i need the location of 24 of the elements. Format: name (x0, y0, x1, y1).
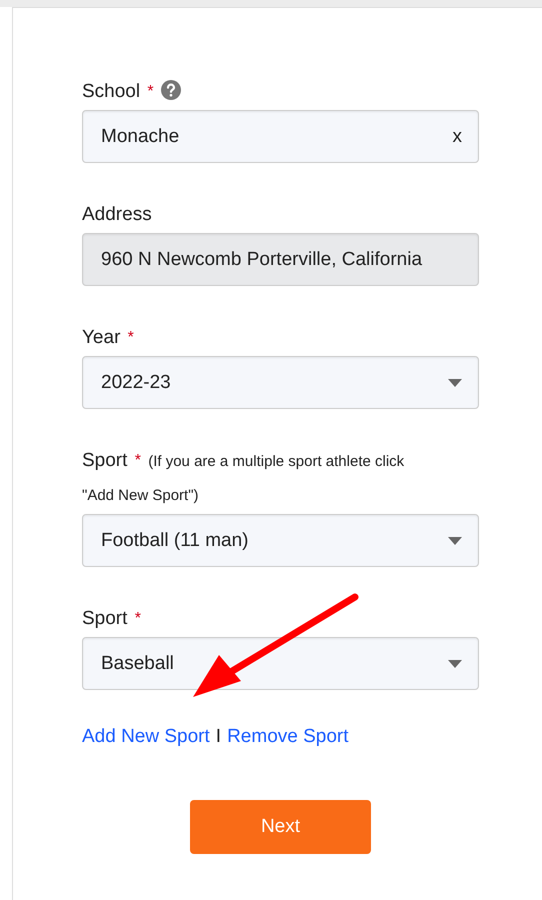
link-separator: I (216, 725, 222, 749)
help-icon[interactable] (160, 80, 181, 100)
caret-icon (448, 378, 462, 386)
required-mark: * (134, 610, 141, 627)
school-field[interactable]: Monache x (82, 110, 479, 163)
required-mark: * (134, 452, 141, 469)
field-label: Sport (82, 450, 128, 471)
add-sport-link[interactable]: Add New Sport (82, 725, 210, 749)
remove-sport-link[interactable]: Remove Sport (227, 725, 349, 749)
field-label: Year (82, 327, 120, 348)
field-hint: "Add New Sport") (82, 487, 199, 504)
caret-icon (448, 536, 462, 544)
required-mark: * (128, 329, 134, 346)
field-label: Address (82, 204, 152, 225)
field-hint: (If you are a multiple sport athlete click (148, 453, 404, 470)
select-field[interactable]: Baseball (82, 637, 479, 690)
clear-button[interactable]: x (452, 126, 462, 148)
select-field[interactable]: Football (11 man) (82, 514, 479, 567)
field-label: School (82, 81, 140, 102)
address-field: 960 N Newcomb Porterville, California (82, 233, 479, 286)
field-label: Sport (82, 608, 128, 629)
caret-icon (448, 660, 462, 668)
select-field[interactable]: 2022-23 (82, 356, 479, 409)
required-mark: * (147, 83, 154, 100)
